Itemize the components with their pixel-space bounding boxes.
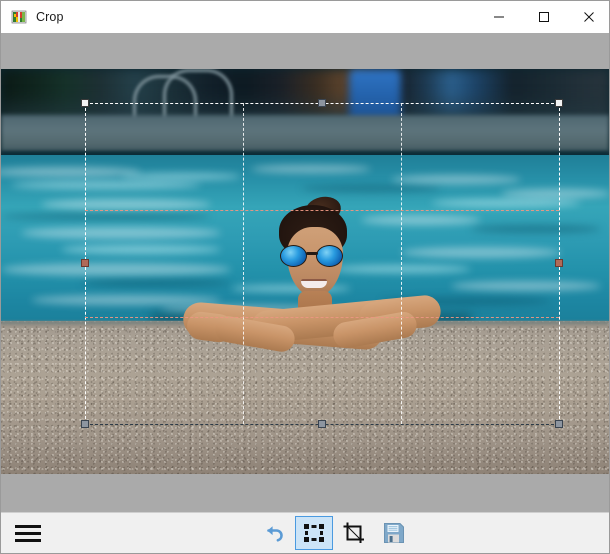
save-button[interactable] xyxy=(375,516,413,550)
sunglasses xyxy=(280,245,350,267)
bottom-toolbar xyxy=(1,512,609,553)
window-title: Crop xyxy=(36,1,64,33)
floppy-disk-save-icon xyxy=(382,521,406,545)
crop-tool-button[interactable] xyxy=(335,516,373,550)
crop-window: Crop xyxy=(0,0,610,554)
select-tool-button[interactable] xyxy=(295,516,333,550)
undo-button[interactable] xyxy=(255,516,293,550)
sunglasses-right-lens xyxy=(316,245,343,267)
crop-icon xyxy=(342,521,366,545)
app-image-icon xyxy=(11,9,27,25)
sunglasses-bridge xyxy=(306,252,318,255)
minimize-icon xyxy=(493,11,505,23)
tool-group xyxy=(255,516,609,550)
window-controls xyxy=(476,1,610,33)
sunglasses-left-lens xyxy=(280,245,307,267)
hamburger-menu-icon[interactable] xyxy=(5,513,51,554)
far-pool-deck xyxy=(1,115,609,153)
title-bar: Crop xyxy=(1,1,610,33)
image-canvas-area[interactable] xyxy=(1,33,609,512)
rectangular-selection-icon xyxy=(302,521,326,545)
pool-ladder-rail-b xyxy=(163,69,233,121)
photo-image[interactable] xyxy=(1,69,609,474)
close-icon xyxy=(583,11,595,23)
undo-arrow-icon xyxy=(262,521,286,545)
close-button[interactable] xyxy=(566,1,610,33)
minimize-button[interactable] xyxy=(476,1,521,33)
maximize-button[interactable] xyxy=(521,1,566,33)
maximize-icon xyxy=(538,11,550,23)
mouth xyxy=(301,279,327,288)
